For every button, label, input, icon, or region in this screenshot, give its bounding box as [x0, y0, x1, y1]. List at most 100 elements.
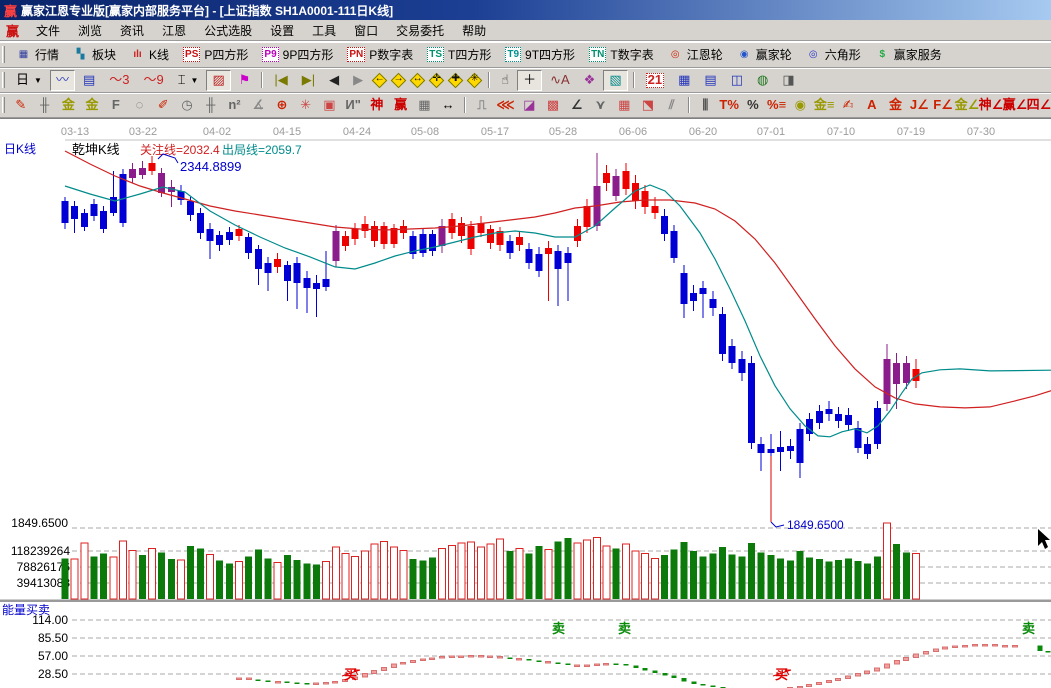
purple-tool-button[interactable]: ❖ [578, 70, 602, 91]
grid-lines-tool[interactable]: ╫ [34, 95, 56, 115]
shen-angle-tool[interactable]: 神∠ [980, 95, 1002, 115]
web-square-tool[interactable]: ▩ [542, 95, 564, 115]
fan-box-tool[interactable]: ◪ [518, 95, 540, 115]
zoom-h-button[interactable]: ↔ [409, 72, 426, 89]
zoom-in-button[interactable]: ✛ [428, 72, 445, 89]
menu-item-3[interactable]: 江恩 [153, 22, 195, 40]
web-box-tool[interactable]: ▣ [319, 95, 341, 115]
gold-levels-tool[interactable]: 金≡ [813, 95, 835, 115]
angle-a-tool[interactable]: ∡ [247, 95, 269, 115]
grid123-tool[interactable]: ▦ [413, 95, 435, 115]
gann-circle-tool[interactable]: ⊕ [271, 95, 293, 115]
red-grid-tool[interactable]: ▦ [613, 95, 635, 115]
calendar-button[interactable]: 21 [640, 70, 670, 91]
menu-item-2[interactable]: 资讯 [111, 22, 153, 40]
marker-brush-tool[interactable]: ✍ [837, 95, 859, 115]
wave9-button[interactable]: 〜9 [137, 70, 169, 91]
nine-t-square-button[interactable]: T99T四方形 [499, 44, 581, 65]
spiral-tool[interactable]: ◌ [129, 95, 151, 115]
brush-tool[interactable]: ✐ [152, 95, 174, 115]
zoom-out-button[interactable]: ✚ [447, 72, 464, 89]
p-square-button[interactable]: PSP四方形 [177, 44, 254, 65]
print-button[interactable]: ◨ [776, 70, 800, 91]
zoom-left-button[interactable]: ← [371, 72, 388, 89]
shen-tool[interactable]: 神 [366, 95, 388, 115]
next-button[interactable]: ▶ [347, 70, 369, 91]
chart-canvas[interactable]: 03-1303-2204-0204-1504-2405-0805-1705-28… [0, 119, 1051, 688]
menu-item-5[interactable]: 设置 [261, 22, 303, 40]
parallel-lines-tool[interactable]: ⫽ [661, 95, 683, 115]
zoom-all-button[interactable]: ✳ [466, 72, 483, 89]
time-cycle-tool[interactable]: ◷ [176, 95, 198, 115]
percent-tool[interactable]: % [742, 95, 764, 115]
quotes-button[interactable]: ▦行情 [10, 44, 65, 65]
hand-tool-button[interactable]: ☝ [495, 70, 515, 91]
menu-item-6[interactable]: 工具 [303, 22, 345, 40]
toolbar-grip[interactable] [2, 72, 5, 89]
percent-lines-tool[interactable]: %≡ [766, 95, 788, 115]
gold-lines2-tool[interactable]: 金 [81, 95, 103, 115]
t-square-button[interactable]: TST四方形 [421, 44, 497, 65]
menu-item-8[interactable]: 交易委托 [387, 22, 453, 40]
candle-style-button[interactable]: ⌶▼ [172, 70, 205, 91]
web-tool[interactable]: ✳ [295, 95, 317, 115]
title-bar[interactable]: 赢 赢家江恩专业版[赢家内部服务平台] - [上证指数 SH1A0001-111… [0, 0, 1051, 20]
price-lines-tool[interactable]: ╫ [200, 95, 222, 115]
hrange-tool[interactable]: ↔ [437, 95, 459, 115]
hexagon-button[interactable]: ◎六角形 [800, 44, 867, 65]
region-tool-button[interactable]: ▧ [603, 70, 627, 91]
pencil-tool[interactable]: ✎ [10, 95, 32, 115]
toolbar-grip[interactable] [2, 97, 5, 114]
winner-service-button[interactable]: $赢家服务 [869, 44, 948, 65]
t-number-table-button[interactable]: TNT数字表 [583, 44, 660, 65]
menu-item-1[interactable]: 浏览 [69, 22, 111, 40]
toolbar-grip[interactable] [2, 46, 5, 64]
menu-item-0[interactable]: 文件 [27, 22, 69, 40]
wave-mark-tool[interactable]: И" [342, 95, 364, 115]
gold-angle-tool[interactable]: 金∠ [956, 95, 978, 115]
zoom-right-button[interactable]: → [390, 72, 407, 89]
p-number-table-button[interactable]: PNP数字表 [341, 44, 419, 65]
chart-area[interactable]: 03-1303-2204-0204-1504-2405-0805-1705-28… [0, 118, 1051, 688]
save-button[interactable]: ◫ [725, 70, 749, 91]
winner-wheel-button[interactable]: ◉赢家轮 [731, 44, 798, 65]
f-lines-tool[interactable]: F [105, 95, 127, 115]
column-tool[interactable]: ⫼ [695, 95, 717, 115]
menu-item-7[interactable]: 窗口 [345, 22, 387, 40]
crosshair-button[interactable]: ＋ [517, 70, 542, 91]
vee-lines-tool[interactable]: ⋎ [590, 95, 612, 115]
nine-p-square-button[interactable]: P99P四方形 [256, 44, 339, 65]
win-tool[interactable]: 赢 [390, 95, 412, 115]
pattern-window-button[interactable]: 〰 [50, 70, 75, 91]
period-day-button[interactable]: 日▼ [10, 70, 48, 91]
web-button[interactable]: ◍ [751, 70, 774, 91]
f-angle-tool[interactable]: F∠ [932, 95, 954, 115]
grid-arrow-tool[interactable]: ⬔ [637, 95, 659, 115]
calculator-button[interactable]: ▦ [672, 70, 696, 91]
sectors-button[interactable]: ▚板块 [67, 44, 122, 65]
gann-wheel-button[interactable]: ◎江恩轮 [662, 44, 729, 65]
kline-button[interactable]: ılıK线 [124, 44, 175, 65]
notes-button[interactable]: ▤ [698, 70, 722, 91]
four-angle-tool[interactable]: 四∠ [1028, 95, 1050, 115]
box-cycle-tool[interactable]: ⎍ [471, 95, 493, 115]
fan-lines-tool[interactable]: ⋘ [495, 95, 517, 115]
menu-item-4[interactable]: 公式选股 [195, 22, 261, 40]
color-analysis-button[interactable]: ⚑ [233, 70, 257, 91]
zoom-curve-button[interactable]: ∿A [544, 70, 576, 91]
info-doc-button[interactable]: ▤ [77, 70, 101, 91]
gold-red-tool[interactable]: 金 [885, 95, 907, 115]
pattern-red-button[interactable]: ▨ [206, 70, 230, 91]
prev-button[interactable]: ◀ [323, 70, 345, 91]
win-angle-tool[interactable]: 赢∠ [1004, 95, 1026, 115]
trend-angle-tool[interactable]: ∠ [566, 95, 588, 115]
go-last-button[interactable]: ▶| [296, 70, 321, 91]
gold-lines-tool[interactable]: 金 [57, 95, 79, 115]
j-angle-tool[interactable]: J∠ [908, 95, 930, 115]
square-n-tool[interactable]: n² [224, 95, 246, 115]
tpercent-tool[interactable]: T% [718, 95, 740, 115]
menu-item-9[interactable]: 帮助 [453, 22, 495, 40]
gold-circle-tool[interactable]: ◉ [789, 95, 811, 115]
wave3-button[interactable]: 〜3 [103, 70, 135, 91]
go-first-button[interactable]: |◀ [268, 70, 293, 91]
